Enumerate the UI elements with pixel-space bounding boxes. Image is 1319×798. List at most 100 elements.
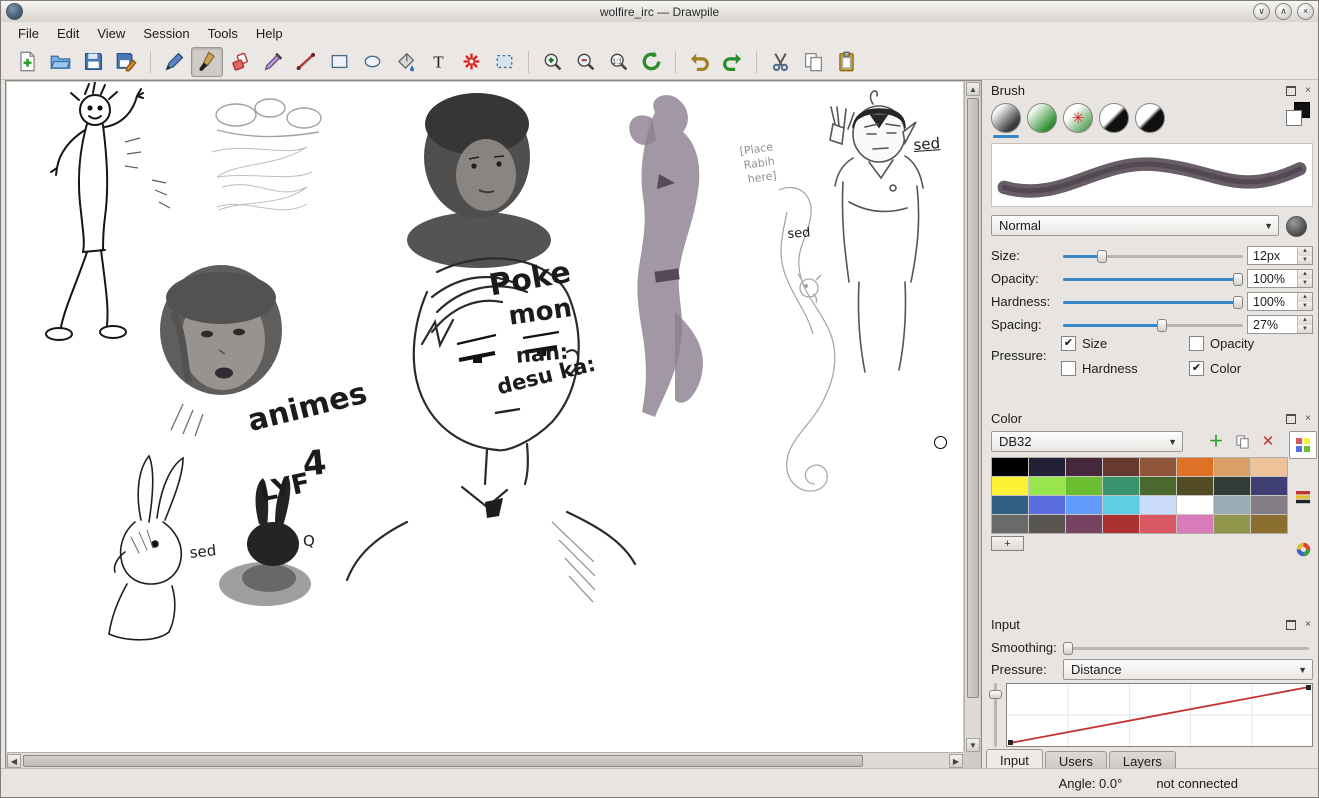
new-drawing-button[interactable]: [11, 47, 43, 77]
add-palette-button[interactable]: ＋: [1207, 432, 1225, 450]
color-picker-button[interactable]: [257, 47, 289, 77]
brush-shape-icon[interactable]: [1286, 216, 1307, 237]
brush-slot-5[interactable]: [1135, 103, 1165, 133]
spacing-slider[interactable]: [1063, 317, 1243, 333]
cut-button[interactable]: [764, 47, 796, 77]
pressure-mode-select[interactable]: Distance ▼: [1063, 659, 1313, 680]
scroll-right-arrow[interactable]: ▶: [949, 754, 963, 768]
palette-swatch[interactable]: [1066, 496, 1102, 514]
close-dock-icon[interactable]: ×: [1302, 413, 1314, 425]
zoom-in-button[interactable]: [536, 47, 568, 77]
scroll-up-arrow[interactable]: ▲: [966, 82, 980, 96]
ellipse-button[interactable]: [356, 47, 388, 77]
palette-swatch[interactable]: [1251, 458, 1287, 476]
swap-colors-icon[interactable]: [1286, 102, 1310, 126]
paste-button[interactable]: [830, 47, 862, 77]
open-button[interactable]: [44, 47, 76, 77]
palette-swatch[interactable]: [1177, 496, 1213, 514]
palette-swatch[interactable]: [1214, 477, 1250, 495]
text-button[interactable]: T: [422, 47, 454, 77]
palette-swatch[interactable]: [1140, 458, 1176, 476]
curve-vertical-slider[interactable]: [989, 683, 1002, 747]
zoom-out-button[interactable]: [569, 47, 601, 77]
palette-swatch[interactable]: [1140, 515, 1176, 533]
pressure-color-checkbox[interactable]: ✔Color: [1189, 361, 1254, 376]
spacing-spinbox[interactable]: 27%▲▼: [1247, 315, 1313, 334]
palette-swatch[interactable]: [1251, 496, 1287, 514]
menu-help[interactable]: Help: [247, 24, 292, 43]
menu-view[interactable]: View: [88, 24, 134, 43]
vertical-scrollbar[interactable]: ▲ ▼: [964, 82, 980, 752]
hardness-slider[interactable]: [1063, 294, 1243, 310]
menu-tools[interactable]: Tools: [199, 24, 247, 43]
brush-slot-1[interactable]: [991, 103, 1021, 133]
opacity-slider[interactable]: [1063, 271, 1243, 287]
spin-up-icon[interactable]: ▲: [1298, 270, 1312, 279]
add-color-button[interactable]: +: [991, 536, 1024, 551]
palette-swatch[interactable]: [1177, 515, 1213, 533]
brush-button[interactable]: [191, 47, 223, 77]
palette-swatch[interactable]: [992, 458, 1028, 476]
palette-swatch[interactable]: [992, 477, 1028, 495]
float-dock-icon[interactable]: [1285, 85, 1297, 97]
copy-button[interactable]: [797, 47, 829, 77]
save-button[interactable]: [77, 47, 109, 77]
palette-swatch[interactable]: [992, 515, 1028, 533]
brush-slot-2[interactable]: [1027, 103, 1057, 133]
spin-up-icon[interactable]: ▲: [1298, 316, 1312, 325]
close-dock-icon[interactable]: ×: [1302, 619, 1314, 631]
spin-up-icon[interactable]: ▲: [1298, 293, 1312, 302]
palette-swatch[interactable]: [1029, 515, 1065, 533]
spin-down-icon[interactable]: ▼: [1298, 279, 1312, 288]
scroll-left-arrow[interactable]: ◀: [7, 754, 21, 768]
drawing-canvas[interactable]: Pokemonnan:desu ka:animes4LYFsedsedsed[P…: [7, 82, 963, 752]
palette-swatch[interactable]: [1029, 458, 1065, 476]
pen-button[interactable]: [158, 47, 190, 77]
close-dock-icon[interactable]: ×: [1302, 85, 1314, 97]
zoom-original-button[interactable]: 1:1: [602, 47, 634, 77]
palette-swatch[interactable]: [1251, 477, 1287, 495]
delete-palette-button[interactable]: ✕: [1259, 432, 1277, 450]
pressure-curve[interactable]: [1006, 683, 1313, 747]
pressure-size-checkbox[interactable]: ✔Size: [1061, 336, 1189, 351]
size-slider[interactable]: [1063, 248, 1243, 264]
spin-up-icon[interactable]: ▲: [1298, 247, 1312, 256]
palette-swatch[interactable]: [1066, 515, 1102, 533]
duplicate-palette-button[interactable]: [1233, 432, 1251, 450]
spin-down-icon[interactable]: ▼: [1298, 325, 1312, 334]
rotate-reset-button[interactable]: [635, 47, 667, 77]
palette-swatch[interactable]: [1103, 515, 1139, 533]
palette-swatch[interactable]: [1251, 515, 1287, 533]
horizontal-scroll-thumb[interactable]: [23, 755, 863, 767]
palette-swatch[interactable]: [1029, 496, 1065, 514]
menu-session[interactable]: Session: [134, 24, 198, 43]
maximize-button[interactable]: ∧: [1275, 3, 1292, 20]
palette-swatch[interactable]: [1177, 477, 1213, 495]
line-button[interactable]: [290, 47, 322, 77]
spin-down-icon[interactable]: ▼: [1298, 256, 1312, 265]
palette-swatch[interactable]: [1103, 477, 1139, 495]
pressure-opacity-checkbox[interactable]: Opacity: [1189, 336, 1254, 351]
laser-pointer-button[interactable]: [455, 47, 487, 77]
color-wheel-button[interactable]: [1289, 535, 1317, 563]
brush-slot-3[interactable]: ✳: [1063, 103, 1093, 133]
palette-swatch[interactable]: [1214, 458, 1250, 476]
smoothing-slider[interactable]: [1063, 640, 1309, 656]
pressure-hardness-checkbox[interactable]: Hardness: [1061, 361, 1189, 376]
hardness-spinbox[interactable]: 100%▲▼: [1247, 292, 1313, 311]
rgb-sliders-button[interactable]: [1289, 483, 1317, 511]
palette-view-button[interactable]: [1289, 431, 1317, 459]
redo-button[interactable]: [716, 47, 748, 77]
vertical-scroll-thumb[interactable]: [967, 98, 979, 698]
record-button[interactable]: [110, 47, 142, 77]
eraser-button[interactable]: [224, 47, 256, 77]
palette-swatch[interactable]: [1214, 496, 1250, 514]
tab-input[interactable]: Input: [986, 749, 1043, 770]
float-dock-icon[interactable]: [1285, 413, 1297, 425]
palette-swatch[interactable]: [1103, 496, 1139, 514]
palette-swatch[interactable]: [992, 496, 1028, 514]
palette-swatch[interactable]: [1214, 515, 1250, 533]
palette-swatch[interactable]: [1066, 458, 1102, 476]
palette-swatch[interactable]: [1140, 496, 1176, 514]
palette-swatch[interactable]: [1140, 477, 1176, 495]
